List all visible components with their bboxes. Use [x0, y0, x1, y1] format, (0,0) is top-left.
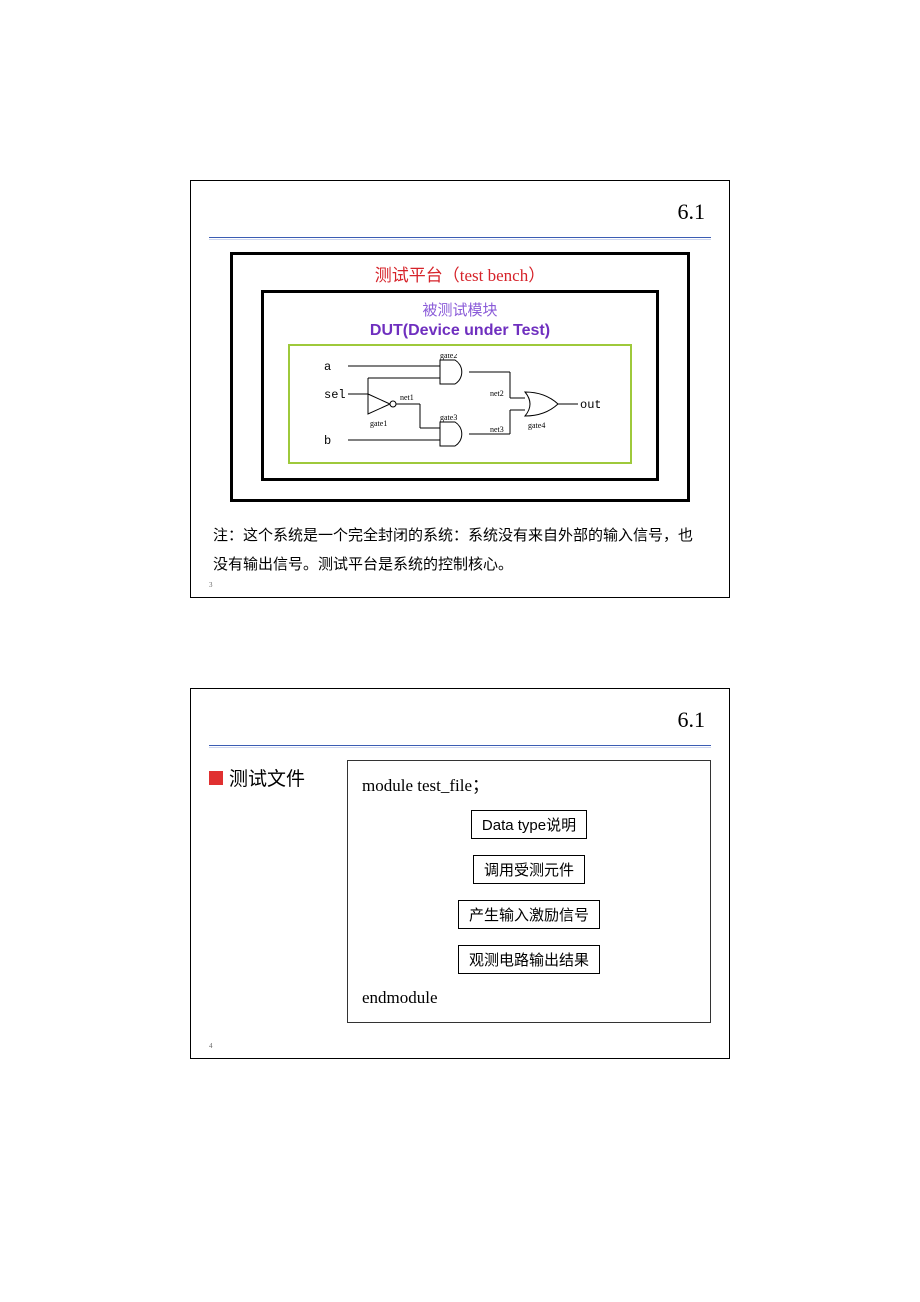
note-text: 注：这个系统是一个完全封闭的系统：系统没有来自外部的输入信号，也没有输出信号。测… — [209, 522, 711, 579]
circuit-box: a sel b gate1 n — [288, 344, 632, 464]
label-sel: sel — [324, 388, 346, 402]
bullet-label: 测试文件 — [229, 764, 305, 791]
dut-label-en: DUT(Device under Test) — [288, 322, 632, 340]
module-close: endmodule — [362, 988, 696, 1008]
testbench-frame: 测试平台（test bench） 被测试模块 DUT(Device under … — [230, 252, 690, 502]
slide-1: 6.1 测试平台（test bench） 被测试模块 DUT(Device un… — [190, 180, 730, 598]
step-box: 产生输入激励信号 — [458, 900, 600, 929]
module-box: module test_file； Data type说明 调用受测元件 产生输… — [347, 760, 711, 1023]
bullet-item: 测试文件 — [209, 764, 329, 791]
testbench-title: 测试平台（test bench） — [261, 261, 659, 286]
label-net2: net2 — [490, 389, 504, 398]
label-a: a — [324, 360, 331, 374]
left-column: 测试文件 — [209, 760, 329, 791]
page-number: 3 — [209, 581, 711, 589]
dut-label-cn: 被测试模块 — [288, 299, 632, 320]
divider — [209, 745, 711, 746]
section-number: 6.1 — [678, 707, 706, 733]
module-open: module test_file； — [362, 771, 696, 796]
label-b: b — [324, 434, 331, 448]
step-box: 调用受测元件 — [473, 855, 585, 884]
label-gate1: gate1 — [370, 419, 387, 428]
dut-frame: 被测试模块 DUT(Device under Test) a sel b — [261, 290, 659, 481]
square-bullet-icon — [209, 771, 223, 785]
section-number: 6.1 — [678, 199, 706, 225]
label-out: out — [580, 398, 600, 412]
slide-2: 6.1 测试文件 module test_file； Data type说明 调… — [190, 688, 730, 1059]
label-gate4: gate4 — [528, 421, 545, 430]
label-net1: net1 — [400, 393, 414, 402]
page-number: 4 — [209, 1042, 711, 1050]
divider — [209, 237, 711, 238]
label-gate2: gate2 — [440, 354, 457, 360]
label-gate3: gate3 — [440, 413, 457, 422]
label-net3: net3 — [490, 425, 504, 434]
step-box: Data type说明 — [471, 810, 587, 839]
circuit-diagram: a sel b gate1 n — [320, 354, 600, 454]
step-box: 观测电路输出结果 — [458, 945, 600, 974]
